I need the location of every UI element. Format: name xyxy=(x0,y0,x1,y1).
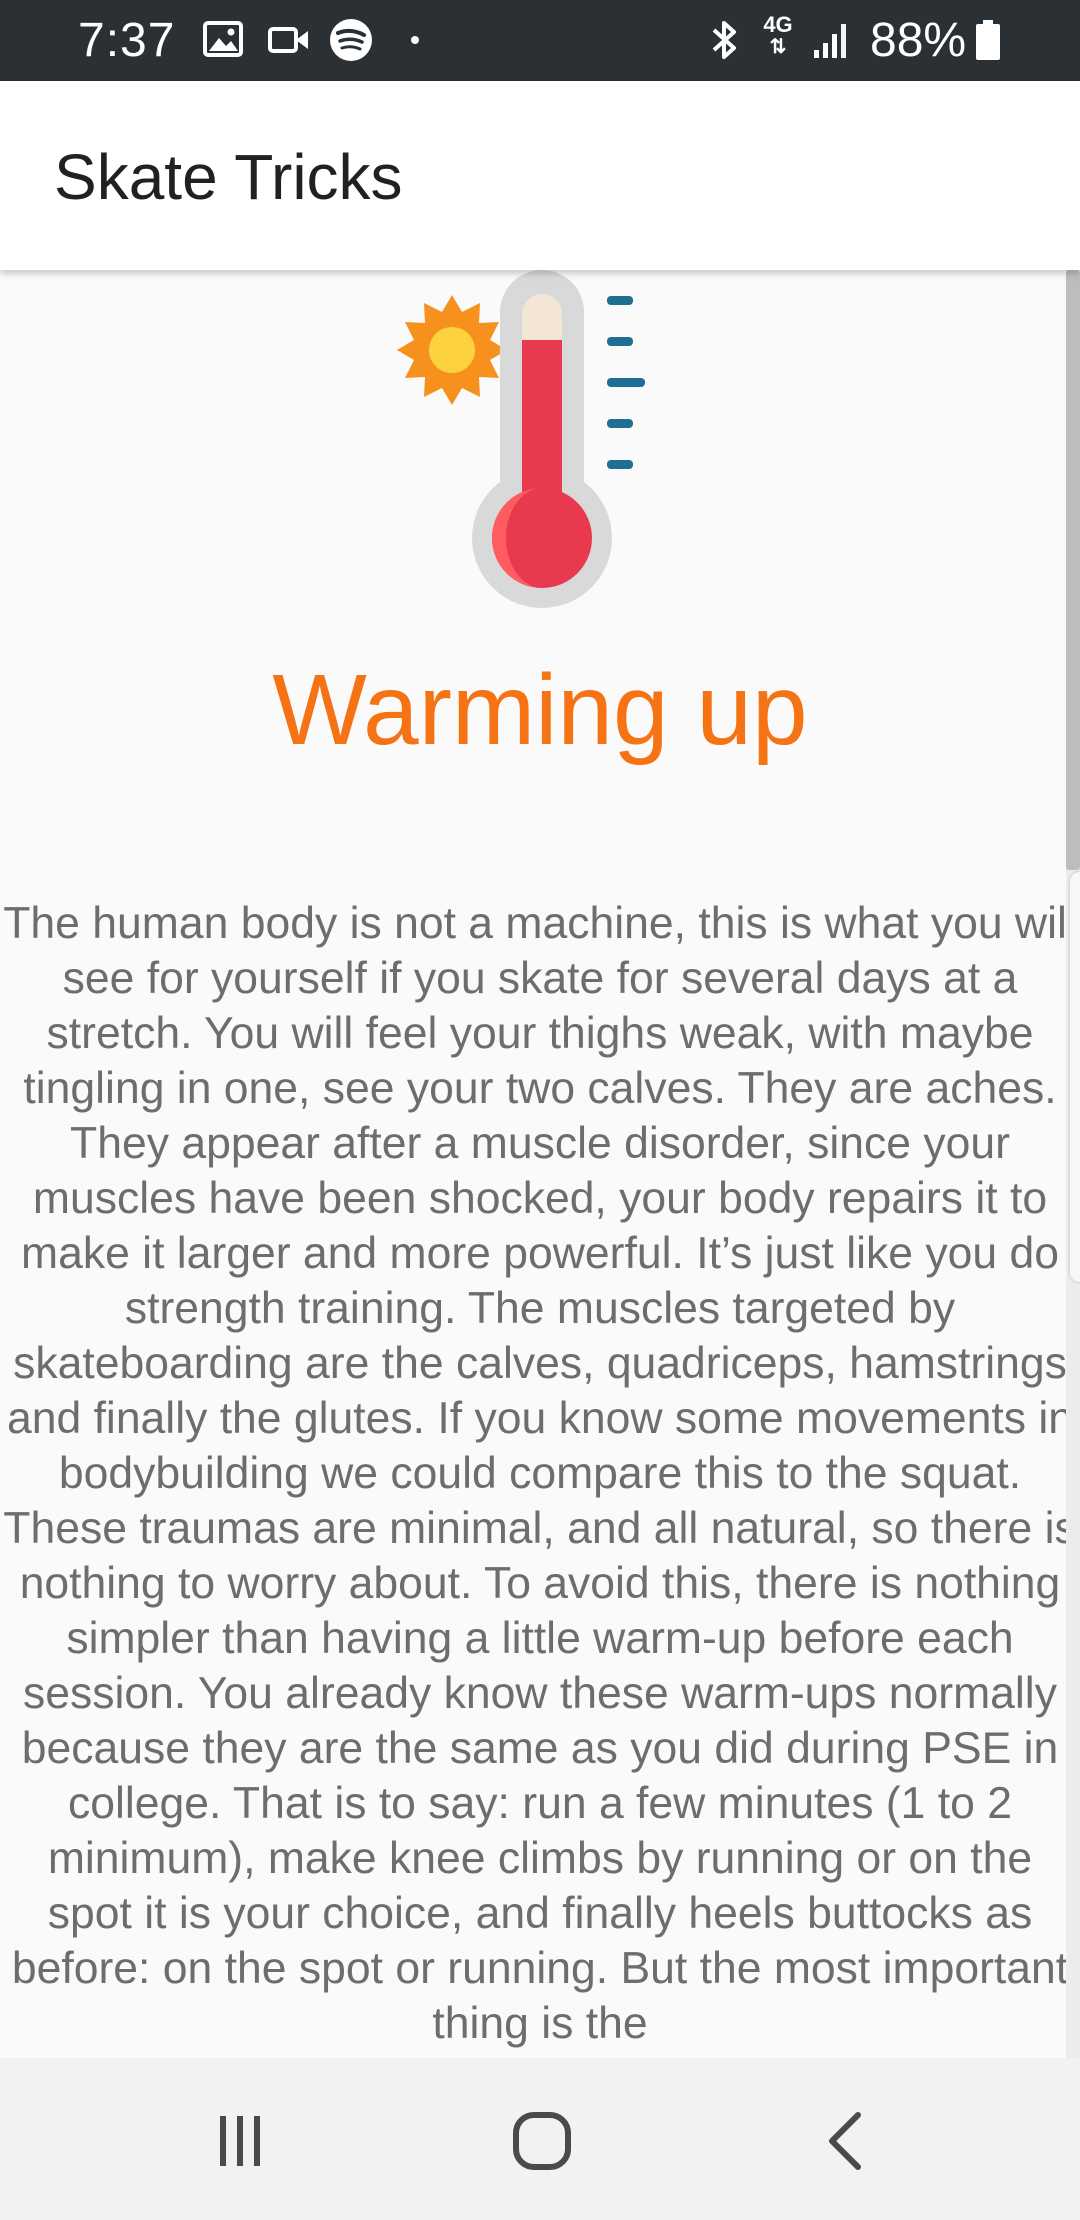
recent-apps-icon xyxy=(220,2116,260,2166)
app-bar: Skate Tricks xyxy=(0,81,1080,270)
signal-icon xyxy=(814,24,846,58)
navigation-bar xyxy=(0,2058,1080,2220)
section-title: Warming up xyxy=(272,654,808,766)
app-title: Skate Tricks xyxy=(54,141,403,213)
home-button[interactable] xyxy=(482,2086,602,2196)
thermometer-sun-icon xyxy=(397,270,645,608)
article-body: The human body is not a machine, this is… xyxy=(3,899,1066,2048)
thermometer-ticks xyxy=(607,296,645,469)
status-bar: 7:37 4G ⇅ 88% xyxy=(0,0,1080,81)
back-icon xyxy=(829,2112,861,2170)
back-button[interactable] xyxy=(785,2086,905,2196)
spotify-icon xyxy=(330,19,372,61)
status-time: 7:37 xyxy=(78,14,176,67)
battery-percentage: 88% xyxy=(870,14,967,67)
scrollbar-thumb[interactable] xyxy=(1066,270,1080,870)
thermometer-icon xyxy=(472,270,612,608)
home-icon xyxy=(513,2112,571,2170)
network-type-label: 4G xyxy=(763,12,793,37)
dot-icon xyxy=(411,36,419,44)
bluetooth-icon xyxy=(712,21,736,59)
article-content[interactable]: Warming up The human body is not a machi… xyxy=(0,270,1066,2058)
4g-icon: 4G ⇅ xyxy=(760,12,796,59)
battery-icon xyxy=(976,20,1000,60)
data-arrows-icon: ⇅ xyxy=(769,36,787,58)
gallery-icon xyxy=(203,21,243,57)
sun-icon xyxy=(397,295,507,405)
scroll-edge-handle[interactable] xyxy=(1068,870,1080,1284)
recent-apps-button[interactable] xyxy=(180,2086,300,2196)
video-camera-icon xyxy=(268,27,308,53)
